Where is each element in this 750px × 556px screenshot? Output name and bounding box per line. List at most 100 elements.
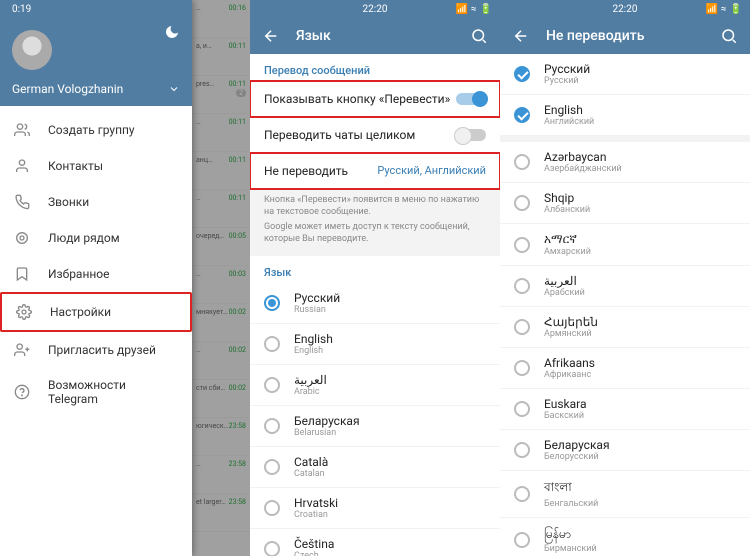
- language-sub: Бирманский: [544, 544, 597, 554]
- language-option[interactable]: HrvatskiCroatian: [250, 488, 500, 529]
- language-name: Euskara: [544, 397, 587, 411]
- checkbox-icon[interactable]: [514, 532, 530, 548]
- chat-row-dimmed: сти сби…00:02: [192, 380, 250, 418]
- section-translate-header: Перевод сообщений: [250, 54, 500, 81]
- drawer-item-bookmark[interactable]: Избранное: [0, 256, 192, 292]
- language-check-option[interactable]: РусскийРусский: [500, 54, 750, 95]
- language-checklist: РусскийРусскийEnglishАнглийскийAzərbayca…: [500, 54, 750, 556]
- checkbox-icon[interactable]: [514, 401, 530, 417]
- language-name: Azərbaycan: [544, 150, 622, 164]
- drawer-item-settings[interactable]: Настройки: [0, 292, 192, 332]
- radio-icon[interactable]: [264, 541, 280, 556]
- language-option[interactable]: ČeštinaCzech: [250, 529, 500, 556]
- back-icon[interactable]: [512, 27, 530, 45]
- drawer-item-help[interactable]: Возможности Telegram: [0, 368, 192, 416]
- chat-row-dimmed: мнякует…00:02: [192, 304, 250, 342]
- drawer-item-label: Создать группу: [48, 123, 135, 137]
- chat-row-dimmed: pres…00:112: [192, 76, 250, 114]
- toggle-off-icon[interactable]: [456, 129, 486, 141]
- page-title: Язык: [296, 28, 454, 44]
- checkbox-icon[interactable]: [514, 278, 530, 294]
- language-check-option[interactable]: العربيةАрабский: [500, 266, 750, 307]
- language-check-option[interactable]: EuskaraБаскский: [500, 389, 750, 430]
- language-sub: Catalan: [294, 469, 328, 479]
- language-check-option[interactable]: AzərbaycanАзербайджанский: [500, 142, 750, 183]
- language-option[interactable]: БеларускаяBelarusian: [250, 406, 500, 447]
- search-icon[interactable]: [470, 27, 488, 45]
- chat-row-dimmed: …00:11: [192, 114, 250, 152]
- language-check-option[interactable]: አማርኛАмхарский: [500, 224, 750, 266]
- screen-do-not-translate: 📶 ≈ 🔋 22:20 Не переводить РусскийРусский…: [500, 0, 750, 556]
- language-check-option[interactable]: БеларускаяБелорусский: [500, 430, 750, 471]
- language-sub: English: [294, 346, 333, 356]
- checkbox-icon[interactable]: [514, 442, 530, 458]
- checkbox-icon[interactable]: [514, 360, 530, 376]
- language-sub: Баскский: [544, 411, 587, 421]
- language-check-option[interactable]: বাংলাБенгальский: [500, 471, 750, 518]
- drawer-item-call[interactable]: Звонки: [0, 184, 192, 220]
- checkbox-icon[interactable]: [514, 237, 530, 253]
- status-bar: 📶 ≈ 🔋 22:20: [500, 0, 750, 18]
- language-check-option[interactable]: ՀայերենАрмянский: [500, 307, 750, 348]
- language-name: አማርኛ: [544, 232, 591, 247]
- clock: 22:20: [613, 4, 638, 15]
- radio-icon[interactable]: [264, 377, 280, 393]
- chat-row-dimmed: а, и…00:11: [192, 38, 250, 76]
- call-icon: [14, 194, 30, 210]
- language-name: العربية: [294, 373, 327, 387]
- drawer-item-group[interactable]: Создать группу: [0, 112, 192, 148]
- language-name: Català: [294, 455, 328, 469]
- checkbox-icon[interactable]: [514, 66, 530, 82]
- status-icons: 📶 ≈ 🔋: [705, 4, 742, 15]
- username: German Vologzhanin: [12, 82, 123, 96]
- status-icons: 📶 ≈ 🔋: [455, 4, 492, 15]
- language-sub: Русский: [544, 76, 590, 86]
- language-name: မြန်မာ: [544, 526, 597, 544]
- row-do-not-translate[interactable]: Не переводить Русский, Английский: [250, 153, 500, 189]
- language-sub: Arabic: [294, 387, 327, 397]
- drawer-item-invite[interactable]: Пригласить друзей: [0, 332, 192, 368]
- radio-icon[interactable]: [264, 336, 280, 352]
- wifi-icon: ≈: [471, 4, 477, 15]
- chat-row-dimmed: …00:02: [192, 342, 250, 380]
- language-sub: Амхарский: [544, 247, 591, 257]
- radio-icon[interactable]: [264, 500, 280, 516]
- radio-icon[interactable]: [264, 418, 280, 434]
- checkbox-icon[interactable]: [514, 319, 530, 335]
- language-name: Русский: [544, 62, 590, 76]
- drawer-item-label: Люди рядом: [48, 231, 120, 245]
- toggle-on-icon[interactable]: [456, 93, 486, 105]
- search-icon[interactable]: [720, 27, 738, 45]
- avatar[interactable]: [12, 30, 52, 70]
- language-sub: Белорусский: [544, 452, 610, 462]
- drawer-list: Создать группу Контакты Звонки Люди рядом Из…: [0, 106, 192, 416]
- night-mode-icon[interactable]: [164, 24, 180, 40]
- language-name: English: [294, 332, 333, 346]
- chevron-down-icon[interactable]: [168, 83, 180, 95]
- drawer-item-nearby[interactable]: Люди рядом: [0, 220, 192, 256]
- language-check-option[interactable]: AfrikaansАфрикаанс: [500, 348, 750, 389]
- language-option[interactable]: РусскийRussian: [250, 283, 500, 324]
- back-icon[interactable]: [262, 27, 280, 45]
- language-check-option[interactable]: EnglishАнглийский: [500, 95, 750, 136]
- checkbox-icon[interactable]: [514, 154, 530, 170]
- row-show-translate-button[interactable]: Показывать кнопку «Перевести»: [250, 81, 500, 117]
- row-translate-whole-chats[interactable]: Переводить чаты целиком: [250, 117, 500, 153]
- checkbox-icon[interactable]: [514, 486, 530, 502]
- radio-icon[interactable]: [264, 295, 280, 311]
- app-bar: Язык: [250, 18, 500, 54]
- radio-icon[interactable]: [264, 459, 280, 475]
- language-option[interactable]: EnglishEnglish: [250, 324, 500, 365]
- language-check-option[interactable]: ShqipАлбанский: [500, 183, 750, 224]
- language-name: Hrvatski: [294, 496, 338, 510]
- language-option[interactable]: العربيةArabic: [250, 365, 500, 406]
- checkbox-icon[interactable]: [514, 107, 530, 123]
- language-option[interactable]: CatalàCatalan: [250, 447, 500, 488]
- chat-row-dimmed: et larger…23:58: [192, 494, 250, 532]
- signal-icon: 📶: [705, 4, 717, 15]
- settings-icon: [16, 304, 32, 320]
- drawer-item-label: Контакты: [48, 159, 103, 173]
- drawer-item-contact[interactable]: Контакты: [0, 148, 192, 184]
- language-check-option[interactable]: မြန်မာБирманский: [500, 518, 750, 556]
- checkbox-icon[interactable]: [514, 195, 530, 211]
